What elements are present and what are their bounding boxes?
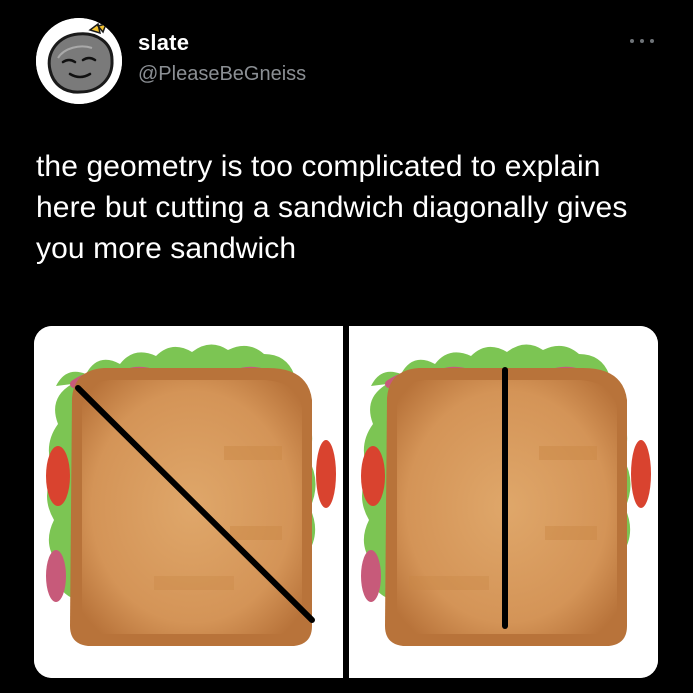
- rock-avatar-icon: [36, 18, 122, 104]
- avatar[interactable]: [36, 18, 122, 104]
- user-handle[interactable]: @PleaseBeGneiss: [138, 63, 306, 86]
- sandwich-diagonal-image[interactable]: [34, 326, 343, 678]
- tweet: slate @PleaseBeGneiss the geometry is to…: [0, 0, 693, 693]
- sandwich-vertical-image[interactable]: [349, 326, 658, 678]
- more-options-icon[interactable]: [624, 30, 660, 54]
- tweet-text: the geometry is too complicated to expla…: [36, 150, 628, 265]
- tweet-media[interactable]: [34, 326, 658, 678]
- display-name[interactable]: slate: [138, 30, 189, 56]
